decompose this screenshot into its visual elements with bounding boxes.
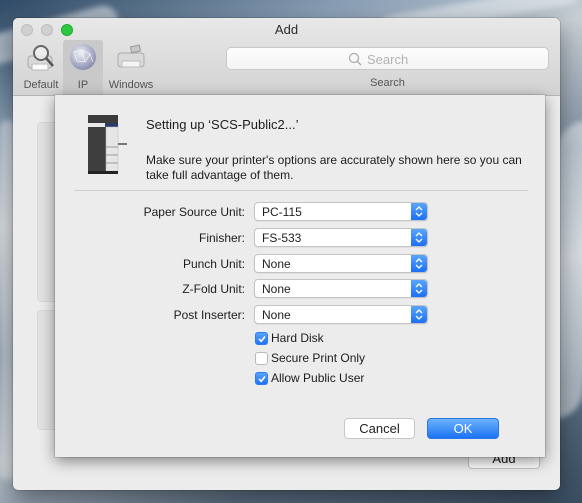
- option-row-finisher: Finisher: FS-533: [55, 228, 545, 248]
- search-label: Search: [370, 77, 405, 89]
- search-icon: [348, 52, 362, 66]
- toolbar-windows-label: Windows: [108, 79, 154, 91]
- select-value: None: [262, 257, 291, 271]
- checkbox-label: Secure Print Only: [271, 351, 366, 365]
- checkbox-label: Allow Public User: [271, 371, 365, 385]
- checkmark-icon: [258, 336, 266, 343]
- cancel-button[interactable]: Cancel: [344, 418, 415, 439]
- updown-arrows-icon: [411, 280, 427, 297]
- select-value: None: [262, 282, 291, 296]
- updown-arrows-icon: [411, 255, 427, 272]
- option-label: Z-Fold Unit:: [182, 282, 245, 296]
- toolbar-default[interactable]: Default: [19, 40, 63, 96]
- default-printer-icon: [27, 45, 54, 71]
- toolbar-ip-label: IP: [77, 79, 89, 91]
- toolbar-windows[interactable]: Windows: [105, 40, 157, 96]
- window-title: Add: [274, 22, 299, 37]
- title-bar: Add Default IP Windows Search Search: [13, 18, 560, 96]
- sheet-title: Setting up ‘SCS-Public2...’: [146, 117, 299, 132]
- divider: [74, 190, 528, 191]
- select-value: PC-115: [262, 205, 302, 219]
- option-row-post-inserter: Post Inserter: None: [55, 305, 545, 325]
- toolbar-ip[interactable]: IP: [63, 40, 103, 96]
- printer-icon: [88, 115, 127, 174]
- updown-arrows-icon: [411, 229, 427, 246]
- hard-disk-checkbox[interactable]: [255, 332, 268, 345]
- paper-source-unit-select[interactable]: PC-115: [254, 202, 428, 221]
- option-label: Punch Unit:: [182, 257, 245, 271]
- punch-unit-select[interactable]: None: [254, 254, 428, 273]
- option-row-z-fold-unit: Z-Fold Unit: None: [55, 279, 545, 299]
- windows-printer-icon: [117, 44, 145, 68]
- finisher-select[interactable]: FS-533: [254, 228, 428, 247]
- ip-globe-icon: [70, 44, 96, 70]
- sheet-description: Make sure your printer's options are acc…: [146, 153, 522, 182]
- checkbox-label: Hard Disk: [271, 331, 324, 345]
- printer-setup-sheet: Setting up ‘SCS-Public2...’ Make sure yo…: [55, 95, 545, 457]
- search-input[interactable]: Search: [226, 47, 549, 70]
- checkmark-icon: [258, 376, 266, 383]
- option-row-paper-source-unit: Paper Source Unit: PC-115: [55, 202, 545, 222]
- search-placeholder: Search: [367, 52, 409, 67]
- z-fold-unit-select[interactable]: None: [254, 279, 428, 298]
- select-value: None: [262, 308, 291, 322]
- post-inserter-select[interactable]: None: [254, 305, 428, 324]
- option-label: Paper Source Unit:: [143, 205, 245, 219]
- option-label: Post Inserter:: [173, 308, 245, 322]
- ok-button[interactable]: OK: [427, 418, 499, 439]
- option-row-punch-unit: Punch Unit: None: [55, 254, 545, 274]
- select-value: FS-533: [262, 231, 302, 245]
- allow-public-user-checkbox[interactable]: [255, 372, 268, 385]
- updown-arrows-icon: [411, 203, 427, 220]
- updown-arrows-icon: [411, 306, 427, 323]
- option-label: Finisher:: [198, 231, 245, 245]
- secure-print-only-checkbox[interactable]: [255, 352, 268, 365]
- toolbar-default-label: Default: [23, 79, 59, 91]
